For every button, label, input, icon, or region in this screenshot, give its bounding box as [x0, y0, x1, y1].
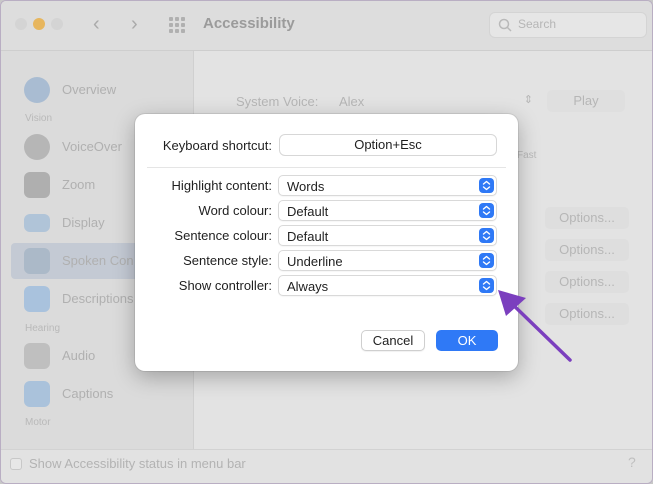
ok-button[interactable]: OK — [436, 330, 498, 351]
word-colour-label: Word colour: — [198, 203, 272, 218]
keyboard-shortcut-label: Keyboard shortcut: — [162, 138, 272, 153]
sentence-style-select[interactable]: Underline — [278, 250, 497, 271]
sentence-colour-select[interactable]: Default — [278, 225, 497, 246]
chevron-updown-icon — [479, 228, 494, 243]
cancel-button[interactable]: Cancel — [361, 330, 425, 351]
sentence-style-value: Underline — [287, 254, 343, 269]
sentence-style-label: Sentence style: — [183, 253, 272, 268]
sentence-colour-value: Default — [287, 229, 329, 244]
show-controller-value: Always — [287, 279, 329, 294]
word-colour-value: Default — [287, 204, 329, 219]
annotation-arrow-icon — [498, 290, 572, 362]
divider — [147, 167, 506, 168]
chevron-updown-icon — [479, 253, 494, 268]
word-colour-select[interactable]: Default — [278, 200, 497, 221]
keyboard-shortcut-field[interactable]: Option+Esc — [279, 134, 497, 156]
show-controller-select[interactable]: Always — [278, 275, 497, 296]
chevron-updown-icon — [479, 203, 494, 218]
chevron-updown-icon — [479, 178, 494, 193]
highlight-content-select[interactable]: Words — [278, 175, 497, 196]
spoken-content-options-dialog: Keyboard shortcut: Option+Esc Highlight … — [135, 114, 518, 371]
show-controller-label: Show controller: — [178, 278, 272, 293]
sentence-colour-label: Sentence colour: — [174, 228, 272, 243]
highlight-content-label: Highlight content: — [171, 178, 272, 193]
highlight-content-value: Words — [287, 179, 325, 194]
